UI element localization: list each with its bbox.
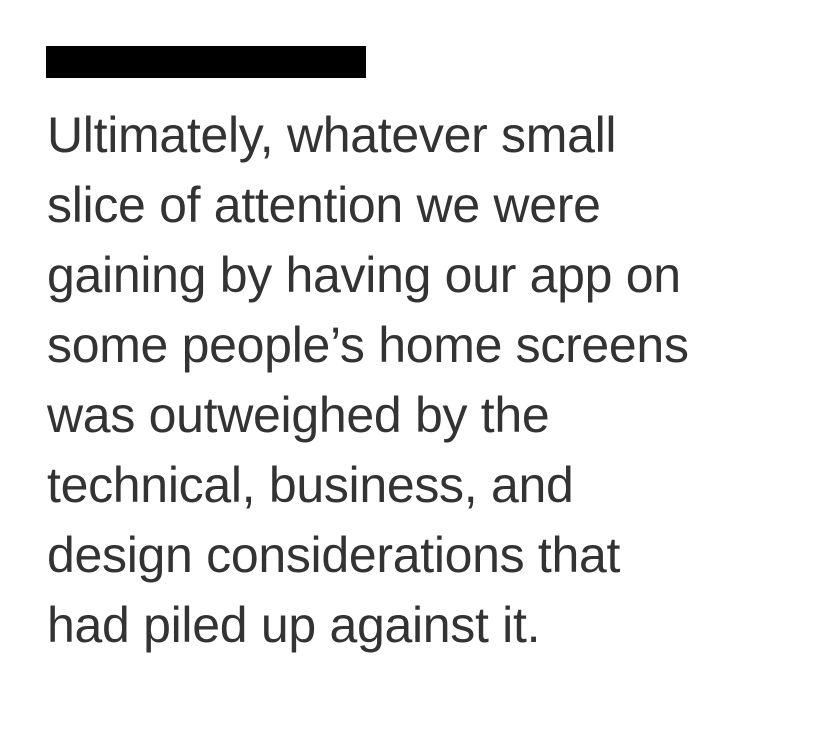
quote-line: technical, business, and bbox=[47, 457, 574, 513]
quote-line: Ultimately, whatever small bbox=[47, 107, 617, 163]
quote-line: was outweighed by the bbox=[47, 387, 550, 443]
quote-line: design considerations that bbox=[47, 527, 621, 583]
redaction-bar bbox=[46, 46, 366, 78]
quote-line: gaining by having our app on bbox=[47, 247, 681, 303]
quote-line: some people’s home screens bbox=[47, 317, 689, 373]
quote-text: Ultimately, whatever small slice of atte… bbox=[47, 100, 817, 660]
quote-line: slice of attention we were bbox=[47, 177, 601, 233]
document-page: Ultimately, whatever small slice of atte… bbox=[0, 0, 834, 730]
quote-line: had piled up against it. bbox=[47, 597, 541, 653]
